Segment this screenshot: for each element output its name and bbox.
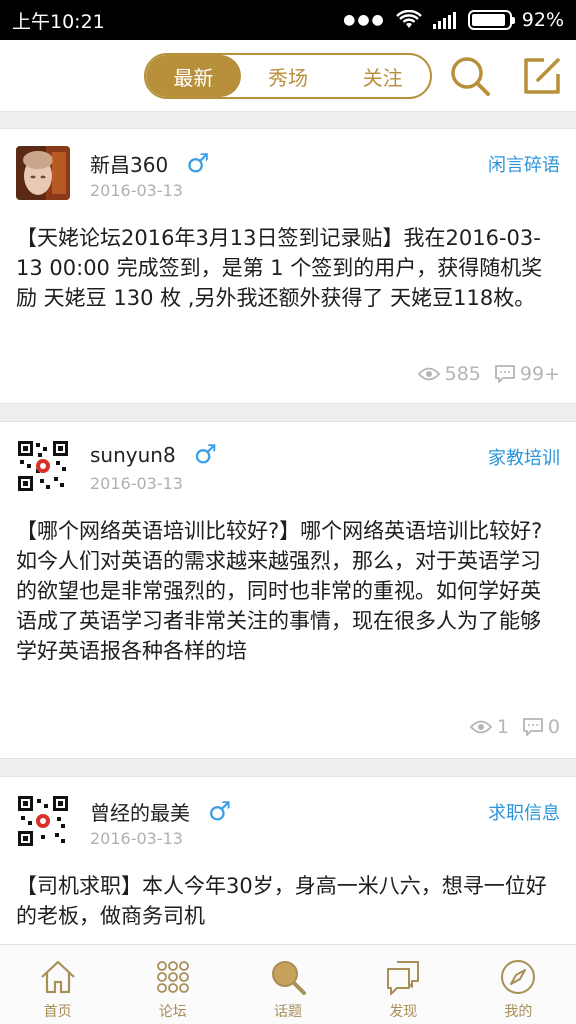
- post-content[interactable]: 【司机求职】本人今年30岁，身高一米八六，想寻一位好的老板，做商务司机: [16, 871, 560, 931]
- comment-icon: [523, 718, 543, 736]
- avatar[interactable]: [16, 439, 70, 493]
- nav-topics-label: 话题: [274, 1004, 302, 1020]
- battery-icon: [467, 10, 515, 30]
- post-stats: 1 0: [469, 716, 560, 738]
- top-bar: 最新 秀场 关注: [0, 40, 576, 112]
- nav-forum[interactable]: 论坛: [115, 945, 230, 1024]
- nav-me[interactable]: 我的: [461, 945, 576, 1024]
- post-author[interactable]: sunyun8 ♂: [90, 442, 217, 468]
- nav-home-label: 首页: [43, 1004, 72, 1020]
- view-count: 1: [469, 716, 509, 738]
- male-icon: ♂: [193, 440, 217, 470]
- post-content[interactable]: 【哪个网络英语培训比较好?】哪个网络英语培训比较好? 如今人们对英语的需求越来越…: [16, 516, 576, 666]
- eye-icon: [469, 720, 492, 734]
- nav-topics[interactable]: 话题: [230, 945, 345, 1024]
- nav-discover-label: 发现: [389, 1004, 418, 1020]
- home-icon: [40, 960, 75, 994]
- battery-percent: 92%: [521, 9, 564, 31]
- comment-count-value: 0: [547, 716, 560, 738]
- post-date: 2016-03-13: [90, 474, 183, 493]
- signal-icon: [432, 12, 456, 29]
- comment-count[interactable]: 99+: [494, 363, 560, 385]
- post-category[interactable]: 家教培训: [488, 444, 560, 470]
- tab-latest[interactable]: 最新: [146, 55, 241, 97]
- post-feed[interactable]: 新昌360 ♂ 2016-03-13 闲言碎语 【天姥论坛2016年3月13日签…: [0, 112, 576, 944]
- nav-me-label: 我的: [504, 1004, 533, 1020]
- tab-showcase[interactable]: 秀场: [241, 55, 336, 97]
- post-card[interactable]: 曾经的最美 ♂ 2016-03-13 求职信息 【司机求职】本人今年30岁，身高…: [0, 776, 576, 944]
- post-card[interactable]: 新昌360 ♂ 2016-03-13 闲言碎语 【天姥论坛2016年3月13日签…: [0, 128, 576, 404]
- post-category[interactable]: 闲言碎语: [488, 151, 560, 177]
- compose-icon[interactable]: [520, 54, 564, 98]
- grid-icon: [156, 961, 189, 993]
- avatar[interactable]: [16, 794, 70, 848]
- status-indicators: ●●● 92%: [343, 9, 564, 31]
- view-count-value: 585: [444, 363, 481, 385]
- post-content[interactable]: 【天姥论坛2016年3月13日签到记录贴】我在2016-03-13 00:00 …: [16, 223, 560, 313]
- post-date: 2016-03-13: [90, 181, 183, 200]
- nav-forum-label: 论坛: [158, 1004, 187, 1020]
- more-dots-icon: ●●●: [343, 12, 386, 28]
- male-icon: ♂: [186, 148, 210, 179]
- post-category[interactable]: 求职信息: [488, 799, 560, 825]
- feed-segmented-control: 最新 秀场 关注: [144, 53, 432, 99]
- search-icon[interactable]: [448, 54, 492, 98]
- comment-icon: [494, 365, 515, 383]
- nav-home[interactable]: 首页: [0, 945, 115, 1024]
- post-author[interactable]: 曾经的最美 ♂: [90, 797, 231, 826]
- post-date: 2016-03-13: [90, 829, 183, 848]
- comment-count-value: 99+: [519, 363, 560, 385]
- compass-icon: [501, 960, 536, 994]
- discover-icon: [387, 961, 420, 995]
- author-name[interactable]: sunyun8: [90, 443, 176, 467]
- nav-discover[interactable]: 发现: [346, 945, 461, 1024]
- author-name[interactable]: 曾经的最美: [90, 797, 190, 826]
- male-icon: ♂: [208, 796, 232, 827]
- post-stats: 585 99+: [417, 363, 560, 385]
- tab-following[interactable]: 关注: [335, 55, 430, 97]
- eye-icon: [417, 367, 440, 381]
- status-time: 上午10:21: [12, 10, 105, 33]
- author-name[interactable]: 新昌360: [90, 149, 168, 178]
- comment-count[interactable]: 0: [523, 716, 560, 738]
- bottom-nav: 首页 论坛 话题 发现 我的: [0, 944, 576, 1024]
- topic-search-icon: [272, 961, 306, 995]
- battery-level: [471, 14, 505, 26]
- status-bar: 上午10:21 ●●● 92%: [0, 0, 576, 40]
- wifi-icon: [395, 10, 422, 28]
- post-card[interactable]: sunyun8 ♂ 2016-03-13 家教培训 【哪个网络英语培训比较好?】…: [0, 421, 576, 759]
- avatar[interactable]: [16, 146, 70, 200]
- view-count-value: 1: [496, 716, 509, 738]
- view-count: 585: [417, 363, 481, 385]
- post-author[interactable]: 新昌360 ♂: [90, 149, 210, 178]
